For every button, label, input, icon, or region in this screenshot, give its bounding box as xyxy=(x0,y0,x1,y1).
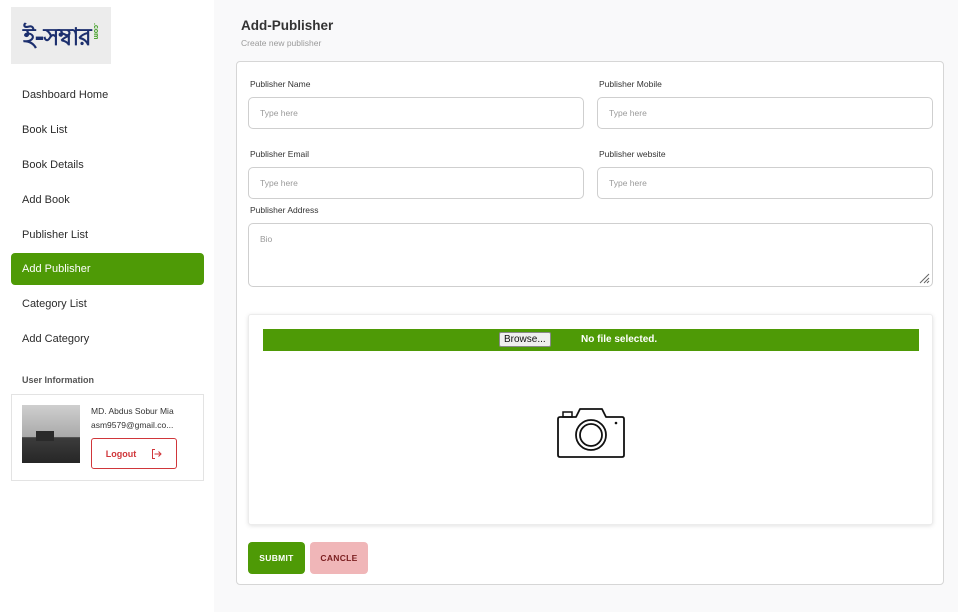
main-content: Add-Publisher Create new publisher Publi… xyxy=(214,0,958,612)
camera-icon xyxy=(557,408,625,458)
logout-button[interactable]: Logout xyxy=(91,438,177,469)
user-card: MD. Abdus Sobur Mia asm9579@gmail.co... … xyxy=(11,394,204,481)
publisher-name-input[interactable] xyxy=(248,97,584,129)
logo-mark: ই-সম্বার .com xyxy=(23,19,99,53)
logout-icon xyxy=(152,448,162,459)
sidebar-nav: Dashboard Home Book List Book Details Ad… xyxy=(11,79,204,358)
publisher-mobile-label: Publisher Mobile xyxy=(599,79,662,89)
publisher-email-input[interactable] xyxy=(248,167,584,199)
user-info-heading: User Information xyxy=(22,375,95,385)
sidebar-item-add-book[interactable]: Add Book xyxy=(11,184,204,216)
publisher-address-textarea[interactable] xyxy=(248,223,933,287)
publisher-email-label: Publisher Email xyxy=(250,149,310,159)
sidebar-item-category-list[interactable]: Category List xyxy=(11,288,204,320)
publisher-website-label: Publisher website xyxy=(599,149,666,159)
sidebar-item-publisher-list[interactable]: Publisher List xyxy=(11,219,204,251)
sidebar-item-add-publisher[interactable]: Add Publisher xyxy=(11,253,204,286)
site-logo[interactable]: ই-সম্বার .com xyxy=(11,7,111,64)
file-status: No file selected. xyxy=(581,334,658,345)
logo-text: ই-সম্বার xyxy=(23,22,92,51)
submit-button[interactable]: SUBMIT xyxy=(248,542,305,574)
publisher-address-label: Publisher Address xyxy=(250,205,319,215)
sidebar-item-dashboard-home[interactable]: Dashboard Home xyxy=(11,79,204,111)
logo-suffix: .com xyxy=(92,22,99,39)
publisher-name-label: Publisher Name xyxy=(250,79,311,89)
image-upload-box[interactable]: Browse... No file selected. xyxy=(248,314,933,525)
user-email: asm9579@gmail.co... xyxy=(91,420,174,430)
browse-button[interactable]: Browse... xyxy=(499,332,551,347)
resize-grip-icon[interactable] xyxy=(917,271,930,284)
sidebar-item-book-list[interactable]: Book List xyxy=(11,114,204,146)
cancel-button[interactable]: CANCLE xyxy=(310,542,368,574)
sidebar-item-book-details[interactable]: Book Details xyxy=(11,149,204,181)
page-subtitle: Create new publisher xyxy=(241,38,322,48)
file-input[interactable]: Browse... No file selected. xyxy=(263,329,919,351)
page-title: Add-Publisher xyxy=(241,18,334,33)
avatar xyxy=(22,405,80,463)
publisher-website-input[interactable] xyxy=(597,167,933,199)
sidebar: ই-সম্বার .com Dashboard Home Book List B… xyxy=(0,0,214,612)
user-name: MD. Abdus Sobur Mia xyxy=(91,406,174,416)
sidebar-item-add-category[interactable]: Add Category xyxy=(11,323,204,355)
publisher-mobile-input[interactable] xyxy=(597,97,933,129)
logout-label: Logout xyxy=(105,448,137,459)
add-publisher-form: Publisher Name Publisher Mobile Publishe… xyxy=(236,61,944,585)
